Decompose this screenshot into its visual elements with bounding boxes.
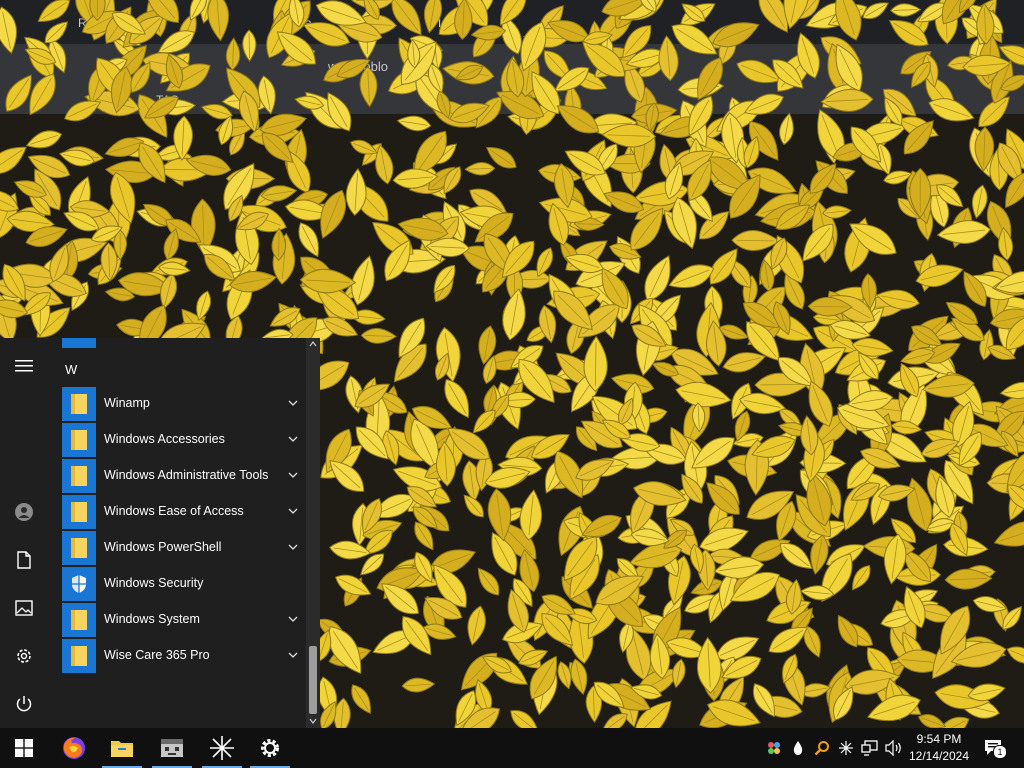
volume-icon [885, 740, 901, 756]
taskbar: 9:54 PM 12/14/2024 1 [0, 728, 1024, 768]
power-button[interactable] [0, 684, 48, 724]
app-label: Windows Security [104, 576, 204, 590]
folder-icon [71, 646, 87, 666]
tray-people[interactable] [764, 738, 784, 758]
taskbar-file-explorer[interactable] [98, 728, 146, 768]
start-icon [15, 739, 33, 757]
action-center-button[interactable]: 1 [982, 738, 1007, 759]
app-tile [62, 567, 96, 601]
taskbar-app[interactable] [148, 728, 196, 768]
user-icon [15, 503, 33, 521]
app-label: Windows System [104, 612, 200, 626]
account-button[interactable] [0, 492, 48, 532]
partial-app-tile [62, 338, 96, 348]
folder-icon [71, 394, 87, 414]
expand-chevron-icon[interactable] [286, 612, 300, 626]
expand-chevron-icon[interactable] [286, 540, 300, 554]
app-tile [62, 603, 96, 637]
tray-asterisk[interactable] [836, 738, 856, 758]
expand-menu-button[interactable] [0, 346, 48, 386]
scroll-up-arrow-icon[interactable] [309, 341, 317, 347]
app-label: Windows PowerShell [104, 540, 222, 554]
expand-chevron-icon[interactable] [286, 504, 300, 518]
app-list-item[interactable]: Windows Administrative Tools [48, 458, 306, 494]
tray-search[interactable] [812, 738, 832, 758]
app-list-item[interactable]: Windows Security [48, 566, 306, 602]
app-list-item[interactable]: Windows PowerShell [48, 530, 306, 566]
documents-button[interactable] [0, 540, 48, 580]
tray-droplet[interactable] [788, 738, 808, 758]
app-tile [62, 459, 96, 493]
start-button[interactable] [0, 728, 48, 768]
app-list-item[interactable]: Winamp [48, 386, 306, 422]
power-icon [16, 696, 32, 712]
app-label: Wise Care 365 Pro [104, 648, 210, 662]
expand-chevron-icon[interactable] [286, 396, 300, 410]
tray-network[interactable] [860, 738, 880, 758]
app-label: Winamp [104, 396, 150, 410]
hamburger-icon [15, 360, 33, 372]
pictures-icon [15, 600, 33, 616]
taskbar-sparkle[interactable] [198, 728, 246, 768]
shield-icon [72, 575, 86, 593]
documents-icon [17, 551, 31, 569]
taskbar-firefox[interactable] [50, 728, 98, 768]
settings-button[interactable] [0, 636, 48, 676]
taskbar-clock[interactable]: 9:54 PM 12/14/2024 [904, 731, 974, 765]
clock-date: 12/14/2024 [908, 749, 970, 763]
firefox-icon [63, 737, 85, 759]
expand-chevron-icon[interactable] [286, 648, 300, 662]
app-list-item[interactable]: Wise Care 365 Pro [48, 638, 306, 674]
pictures-button[interactable] [0, 588, 48, 628]
app-tile [62, 531, 96, 565]
app-icon [161, 739, 183, 757]
tray-volume[interactable] [884, 738, 904, 758]
app-tile [62, 639, 96, 673]
start-menu: W Winamp Windows Accessories Windows Admin… [0, 338, 320, 728]
clock-time: 9:54 PM [916, 732, 962, 746]
scroll-thumb[interactable] [309, 646, 317, 714]
droplet-icon [793, 741, 803, 755]
folder-icon [71, 466, 87, 486]
app-list-item[interactable]: Windows Accessories [48, 422, 306, 458]
network-icon [861, 740, 878, 756]
app-tile [62, 495, 96, 529]
file-explorer-icon [111, 741, 133, 757]
app-list-scrollbar[interactable] [306, 338, 320, 728]
app-label: Windows Ease of Access [104, 504, 244, 518]
people-icon [768, 742, 780, 754]
folder-icon [71, 430, 87, 450]
start-rail [0, 338, 48, 728]
settings-icon [17, 649, 31, 663]
app-label: Windows Administrative Tools [104, 468, 269, 482]
taskbar-settings[interactable] [246, 728, 294, 768]
folder-icon [71, 502, 87, 522]
app-tile [62, 423, 96, 457]
section-letter-header[interactable]: W [65, 362, 77, 377]
search-tray-icon [814, 741, 829, 756]
app-list-item[interactable]: Windows System [48, 602, 306, 638]
expand-chevron-icon[interactable] [286, 468, 300, 482]
app-list: W Winamp Windows Accessories Windows Admin… [48, 338, 306, 728]
app-label: Windows Accessories [104, 432, 225, 446]
settings-icon [261, 739, 279, 757]
folder-icon [71, 538, 87, 558]
asterisk-icon [839, 741, 853, 755]
expand-chevron-icon[interactable] [286, 432, 300, 446]
sparkle-icon [210, 736, 234, 760]
app-list-item[interactable]: Windows Ease of Access [48, 494, 306, 530]
app-tile [62, 387, 96, 421]
folder-icon [71, 610, 87, 630]
notification-count-badge: 1 [993, 745, 1007, 759]
scroll-down-arrow-icon[interactable] [309, 718, 317, 724]
